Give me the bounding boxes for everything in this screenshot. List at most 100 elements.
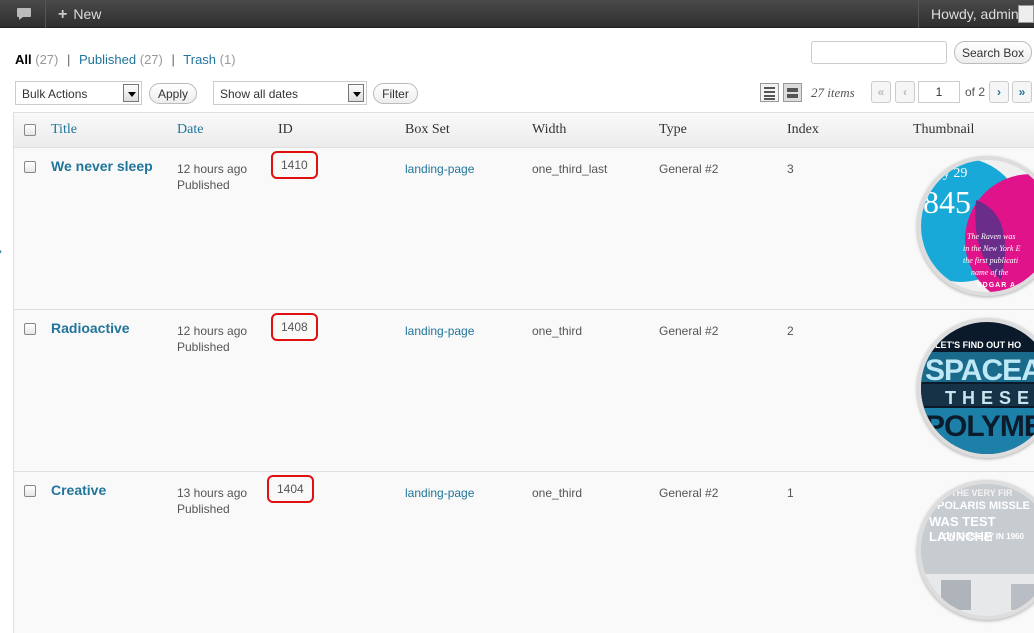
first-page-button[interactable]: « [871, 81, 891, 103]
thumb-text: LET'S FIND OUT HO [935, 340, 1022, 350]
row-box-set-link[interactable]: landing-page [405, 161, 474, 177]
howdy-text: Howdy, admin [931, 6, 1019, 22]
dropdown-arrow-icon [348, 84, 364, 102]
column-box-set: Box Set [405, 122, 450, 137]
plus-icon: + [58, 6, 68, 23]
row-id: 1404 [267, 475, 314, 503]
separator: | [171, 52, 175, 67]
row-type: General #2 [659, 324, 719, 338]
row-date: 13 hours ago Published [177, 485, 247, 517]
row-title-link[interactable]: We never sleep [51, 158, 153, 174]
account-menu[interactable]: Howdy, admin [918, 0, 1034, 28]
row-title-link[interactable]: Radioactive [51, 320, 130, 336]
row-type: General #2 [659, 162, 719, 176]
row-checkbox[interactable] [24, 323, 36, 335]
thumb-text: in the New York E [963, 244, 1021, 253]
comments-menu[interactable] [0, 0, 46, 28]
row-thumbnail: uary 29 845 The Raven was in the New Yor… [917, 156, 1034, 296]
new-label: New [73, 6, 102, 22]
row-index: 2 [787, 324, 794, 338]
thumb-text: THE VERY FIR [951, 488, 1013, 498]
status-filters: All (27) | Published (27) | Trash (1) [15, 52, 236, 67]
filter-all[interactable]: All [15, 52, 32, 67]
row-id: 1410 [271, 151, 318, 179]
posts-table: Title Date ID Box Set Width Type Index T… [13, 112, 1034, 633]
thumb-text: ON THIS DAY IN 1960 [943, 532, 1024, 541]
filter-all-count: (27) [35, 52, 59, 67]
row-status: Published [177, 502, 230, 516]
thumb-text: uary 29 [925, 166, 968, 181]
row-thumbnail: LET'S FIND OUT HO SPACEAG THESE POLYMER [917, 318, 1034, 458]
thumb-text: SPACEAG [925, 354, 1034, 387]
row-date: 12 hours ago Published [177, 161, 247, 193]
row-checkbox[interactable] [24, 161, 36, 173]
dropdown-arrow-icon [123, 84, 139, 102]
row-date: 12 hours ago Published [177, 323, 247, 355]
list-view-icon[interactable] [760, 83, 779, 102]
column-title[interactable]: Title [51, 122, 77, 138]
bulk-actions-select[interactable]: Bulk Actions [15, 81, 142, 105]
table-row: Creative 13 hours ago Published 1404 land… [14, 472, 1034, 633]
row-title-link[interactable]: Creative [51, 482, 106, 498]
thumb-text: name of the [971, 268, 1009, 277]
apply-button[interactable]: Apply [149, 83, 197, 104]
new-content-menu[interactable]: + New [58, 6, 101, 24]
filter-button[interactable]: Filter [373, 83, 418, 104]
thumb-text: POLARIS MISSLE [937, 500, 1030, 512]
row-thumbnail: THE VERY FIR POLARIS MISSLE WAS TEST LAU… [917, 480, 1034, 620]
items-count: 27 items [811, 85, 855, 100]
thumb-text: the first publicati [963, 256, 1019, 265]
column-id: ID [278, 122, 293, 137]
thumb-text: 845 [923, 184, 971, 220]
row-index: 3 [787, 162, 794, 176]
row-id: 1408 [271, 313, 318, 341]
row-index: 1 [787, 486, 794, 500]
filter-all-label: All [15, 52, 32, 67]
column-thumbnail: Thumbnail [913, 122, 975, 137]
admin-bar: + New Howdy, admin [0, 0, 1034, 28]
row-date-value: 13 hours ago [177, 486, 248, 500]
collapse-arrow-icon[interactable]: › [0, 244, 2, 258]
last-page-button[interactable]: » [1012, 81, 1032, 103]
thumb-text: EDGAR A [977, 282, 1017, 289]
column-width: Width [532, 122, 567, 137]
thumb-text: POLYMER [925, 410, 1034, 443]
row-date-value: 12 hours ago [177, 324, 248, 338]
table-row: Radioactive 12 hours ago Published 1408 l… [14, 310, 1034, 472]
comment-bubble-icon [17, 8, 31, 20]
avatar [1018, 5, 1034, 23]
row-type: General #2 [659, 486, 719, 500]
search-button[interactable]: Search Box [954, 41, 1032, 64]
search-input[interactable] [811, 41, 947, 64]
next-page-button[interactable]: › [989, 81, 1009, 103]
row-date-value: 12 hours ago [177, 162, 248, 176]
thumb-text: The Raven was [967, 232, 1016, 241]
row-status: Published [177, 178, 230, 192]
row-width: one_third [532, 324, 583, 338]
filter-published-count: (27) [139, 52, 163, 67]
column-date[interactable]: Date [177, 122, 203, 138]
row-checkbox[interactable] [24, 485, 36, 497]
table-row: We never sleep 12 hours ago Published 141… [14, 148, 1034, 310]
bulk-actions-value: Bulk Actions [22, 87, 88, 101]
row-box-set-link[interactable]: landing-page [405, 485, 474, 501]
filter-trash-count: (1) [219, 52, 236, 67]
filter-published-label: Published [79, 52, 137, 67]
column-index: Index [787, 122, 819, 137]
column-type: Type [659, 122, 687, 137]
filter-published[interactable]: Published [79, 52, 136, 67]
total-pages: of 2 [965, 85, 986, 99]
row-status: Published [177, 340, 230, 354]
separator: | [67, 52, 71, 67]
row-width: one_third [532, 486, 583, 500]
select-all-checkbox[interactable] [24, 124, 36, 136]
current-page-input[interactable]: 1 [918, 81, 960, 103]
prev-page-button[interactable]: ‹ [895, 81, 915, 103]
excerpt-view-icon[interactable] [783, 83, 802, 102]
row-width: one_third_last [532, 162, 608, 176]
row-box-set-link[interactable]: landing-page [405, 323, 474, 339]
filter-trash-label: Trash [183, 52, 217, 67]
filter-trash[interactable]: Trash [183, 52, 216, 67]
dates-select[interactable]: Show all dates [213, 81, 367, 105]
thumb-text: THESE [945, 388, 1034, 408]
